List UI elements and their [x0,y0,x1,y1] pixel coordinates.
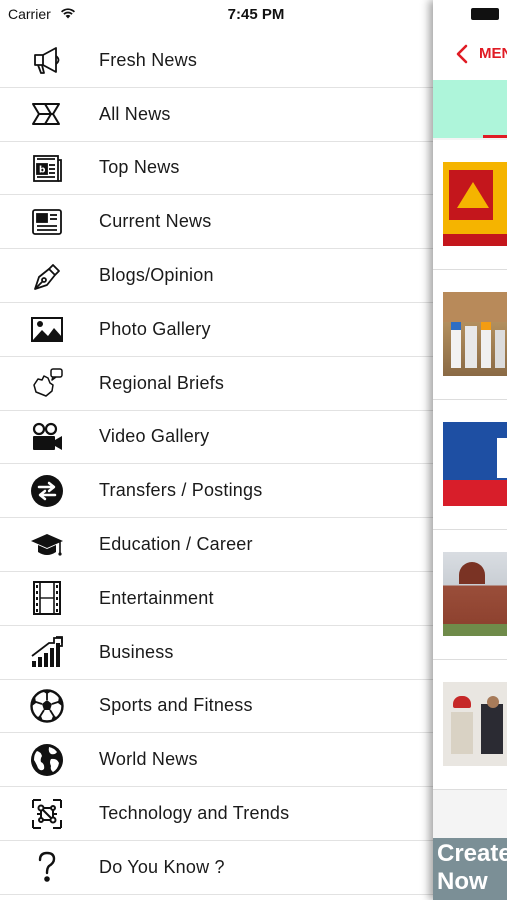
menu-item-regional-briefs[interactable]: Regional Briefs [0,356,433,411]
menu-item-business[interactable]: Business [0,625,433,680]
menu-item-technology-trends[interactable]: Technology and Trends [0,787,433,841]
bar-chart-icon [28,633,66,671]
top-news-icon: b [28,149,66,187]
menu-item-top-news[interactable]: b Top News [0,141,433,196]
background-status-bar [433,0,507,30]
background-nav-bar: MENU [433,30,507,80]
question-mark-icon [28,848,66,886]
menu-item-label: Do You Know ? [99,856,225,877]
video-camera-icon [28,418,66,456]
menu-item-label: Sports and Fitness [99,695,253,716]
menu-item-label: Fresh News [99,49,198,70]
news-thumbnail [443,682,507,766]
newspaper-fold-icon [28,95,66,133]
menu-item-education-career[interactable]: Education / Career [0,518,433,572]
menu-item-label: Regional Briefs [99,372,225,393]
menu-item-blogs-opinion[interactable]: Blogs/Opinion [0,249,433,303]
menu-item-label: Business [99,641,174,662]
photo-icon [28,310,66,348]
menu-item-fresh-news[interactable]: Fresh News [0,34,433,88]
background-app-panel[interactable]: MENU [433,0,507,900]
menu-item-label: Entertainment [99,587,214,608]
graduation-cap-icon [28,526,66,564]
menu-item-label: All News [99,103,171,124]
menu-item-label: Blogs/Opinion [99,265,214,286]
background-tab-bar [433,80,507,138]
menu-item-label: Video Gallery [99,426,210,447]
menu-item-label: Current News [99,211,212,232]
map-speech-icon [28,364,66,402]
create-now-banner[interactable]: Create Now [433,838,507,900]
list-item[interactable] [433,660,507,790]
film-strip-icon [28,579,66,617]
menu-nav-label[interactable]: MENU [479,45,507,62]
news-thumbnail [443,552,507,636]
svg-text:b: b [39,165,46,175]
menu-item-label: Technology and Trends [99,803,290,824]
tab-indicator [483,135,507,138]
list-item[interactable] [433,270,507,400]
back-chevron-icon[interactable] [455,43,469,65]
menu-item-label: World News [99,749,198,770]
menu-item-label: Top News [99,157,180,178]
list-item[interactable] [433,140,507,270]
background-news-list [433,140,507,790]
news-thumbnail [443,422,507,506]
menu-item-video-gallery[interactable]: Video Gallery [0,410,433,465]
status-bar: Carrier 7:45 PM [0,0,433,30]
menu-item-entertainment[interactable]: Entertainment [0,571,433,626]
create-now-text: Create Now [437,840,507,895]
menu-item-label: Education / Career [99,534,253,555]
megaphone-icon [28,41,66,79]
menu-item-sports-fitness[interactable]: Sports and Fitness [0,679,433,734]
menu-item-do-you-know[interactable]: Do You Know ? [0,840,433,895]
list-item[interactable] [433,530,507,660]
battery-icon [471,8,499,20]
news-thumbnail [443,162,507,246]
menu-item-world-news[interactable]: World News [0,733,433,788]
drawer-menu: Fresh News All News b Top News Current N… [0,34,433,895]
soccer-ball-icon [28,687,66,725]
menu-item-label: Transfers / Postings [99,480,263,501]
menu-item-photo-gallery[interactable]: Photo Gallery [0,302,433,357]
swap-arrows-icon [28,472,66,510]
newspaper-icon [28,203,66,241]
news-thumbnail [443,292,507,376]
list-item[interactable] [433,400,507,530]
fountain-pen-icon [28,257,66,295]
menu-item-label: Photo Gallery [99,318,211,339]
clock-time: 7:45 PM [227,6,285,23]
menu-item-current-news[interactable]: Current News [0,195,433,250]
globe-icon [28,741,66,779]
menu-item-transfers-postings[interactable]: Transfers / Postings [0,464,433,519]
circuit-icon [28,795,66,833]
menu-item-all-news[interactable]: All News [0,87,433,142]
